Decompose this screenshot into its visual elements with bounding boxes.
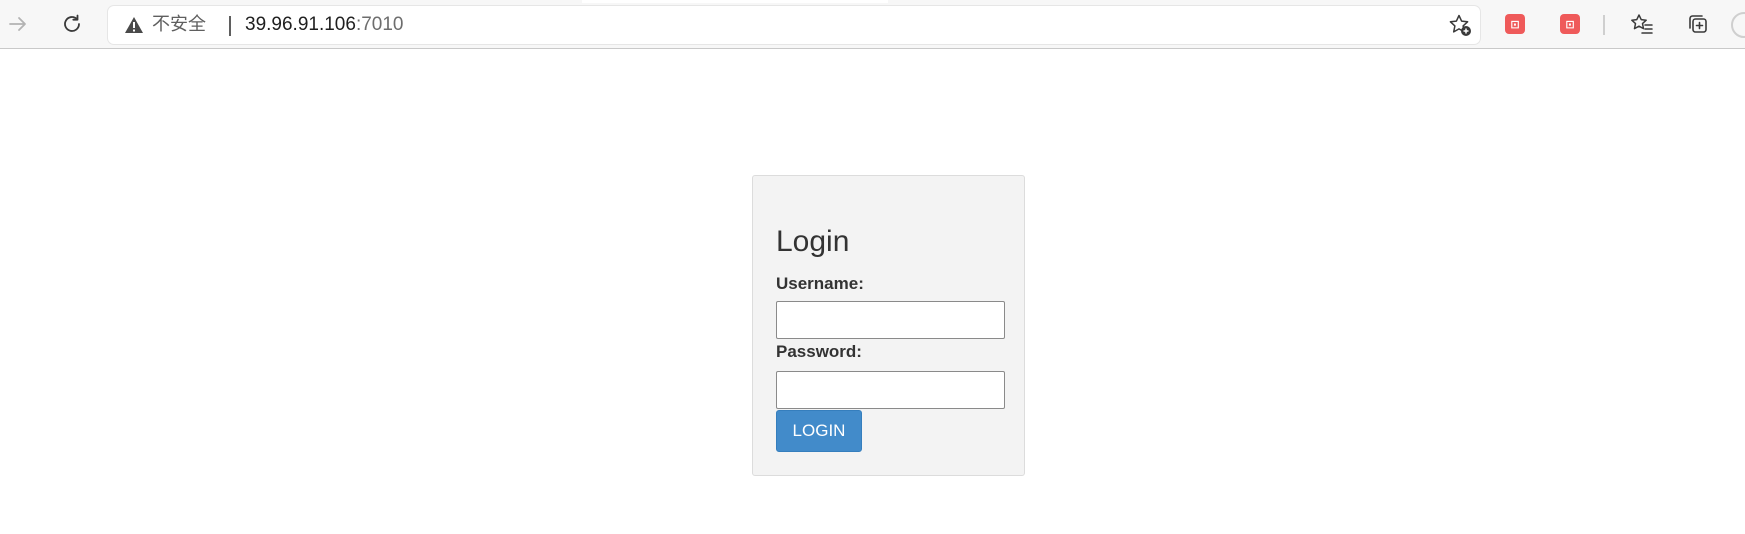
security-status-label[interactable]: 不安全 [152, 15, 206, 35]
reload-button[interactable] [55, 7, 89, 41]
url-host: 39.96.91.106 [245, 14, 356, 35]
star-add-icon[interactable] [1448, 13, 1472, 42]
active-tab-edge [582, 0, 888, 3]
favorites-button[interactable] [1625, 7, 1659, 41]
username-input[interactable] [776, 301, 1005, 339]
extension-badge-icon: ⊡ [1505, 14, 1525, 34]
address-divider [229, 16, 231, 36]
url-port: :7010 [355, 14, 404, 35]
browser-toolbar: 不安全 39.96.91.106:7010 ⊡ ⊡ [0, 0, 1745, 49]
profile-avatar-icon[interactable] [1731, 12, 1745, 38]
collections-icon [1687, 13, 1709, 35]
username-label: Username: [776, 274, 864, 293]
reload-icon [61, 13, 83, 35]
password-input[interactable] [776, 371, 1005, 409]
forward-arrow-icon [7, 13, 29, 35]
forward-button[interactable] [1, 7, 35, 41]
favorites-list-icon [1630, 13, 1654, 35]
extension-button-1[interactable]: ⊡ [1498, 7, 1532, 41]
url-text[interactable]: 39.96.91.106:7010 [245, 15, 404, 35]
extension-badge-icon: ⊡ [1560, 14, 1580, 34]
collections-button[interactable] [1681, 7, 1715, 41]
login-title: Login [776, 225, 850, 258]
warning-triangle-icon[interactable] [124, 16, 144, 39]
password-label: Password: [776, 342, 862, 361]
login-button[interactable]: LOGIN [776, 410, 862, 452]
login-panel: Login Username: Password: LOGIN [752, 175, 1025, 476]
extension-button-2[interactable]: ⊡ [1553, 7, 1587, 41]
toolbar-divider [1603, 15, 1605, 35]
address-bar[interactable]: 不安全 39.96.91.106:7010 [108, 6, 1480, 44]
